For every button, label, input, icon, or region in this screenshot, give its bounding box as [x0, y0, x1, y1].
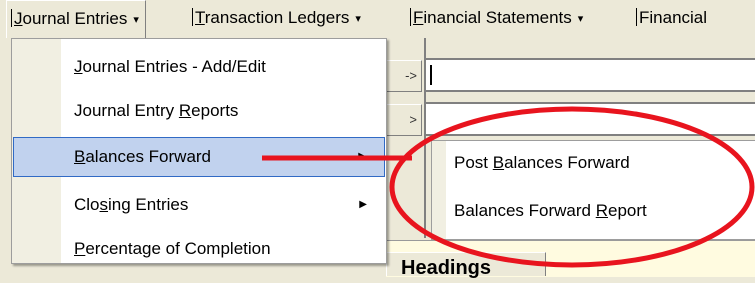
menu-item-percentage-of-completion[interactable]: Percentage of Completion	[13, 229, 385, 269]
text-caret	[430, 65, 432, 85]
menu-transaction-ledgers[interactable]: Transaction Ledgers ▾	[188, 0, 367, 38]
form-edge	[0, 38, 11, 276]
dropdown-arrow-icon: ▾	[577, 13, 584, 25]
submenu-icon-strip	[432, 141, 446, 239]
nav-button-2[interactable]: >	[384, 104, 422, 136]
headings-tab[interactable]: Headings	[386, 252, 546, 279]
menu-financial[interactable]: Financial	[632, 0, 713, 38]
balances-forward-submenu: Post Balances Forward Balances Forward R…	[431, 140, 755, 240]
menu-item-balances-forward-report[interactable]: Balances Forward Report	[454, 191, 647, 231]
menu-item-journal-entry-reports[interactable]: Journal Entry Reports	[13, 91, 385, 131]
chevron-right-icon: >	[409, 112, 417, 127]
menu-separator	[636, 8, 637, 26]
menu-item-journal-entries-add-edit[interactable]: Journal Entries - Add/Edit	[13, 47, 385, 87]
menu-item-closing-entries[interactable]: Closing Entries ▶	[13, 185, 385, 225]
submenu-arrow-icon: ▶	[358, 151, 366, 162]
menu-separator	[410, 8, 411, 26]
menu-item-post-balances-forward[interactable]: Post Balances Forward	[454, 143, 630, 183]
menu-item-balances-forward[interactable]: Balances Forward ▶	[13, 137, 385, 177]
nav-button-label: ->	[405, 68, 417, 83]
dropdown-arrow-icon: ▾	[355, 13, 361, 25]
journal-entries-dropdown: Journal Entries - Add/Edit Journal Entry…	[11, 38, 387, 264]
text-field-2[interactable]	[424, 102, 755, 136]
nav-button[interactable]: ->	[384, 60, 422, 92]
menu-separator	[192, 8, 193, 26]
menu-separator	[11, 9, 12, 27]
menu-bar: Journal Entries ▾ Transaction Ledgers ▾ Fi…	[0, 0, 755, 38]
text-field[interactable]	[424, 58, 755, 92]
menu-journal-entries[interactable]: Journal Entries ▾	[6, 0, 146, 38]
submenu-arrow-icon: ▶	[359, 199, 367, 210]
dropdown-arrow-icon: ▾	[133, 14, 139, 26]
menu-financial-statements[interactable]: Financial Statements ▾	[406, 0, 589, 38]
